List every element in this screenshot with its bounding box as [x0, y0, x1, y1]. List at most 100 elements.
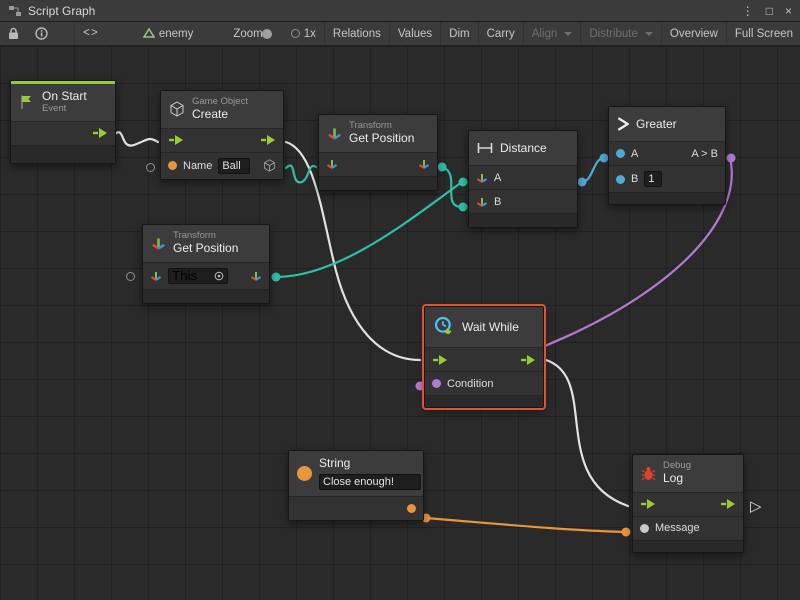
vector-b-input-port[interactable] [476, 196, 488, 208]
info-icon [35, 27, 48, 40]
port-dot-getposition-b-out[interactable] [272, 273, 281, 282]
graph-name: enemy [159, 28, 194, 40]
unconnected-port-create-name[interactable] [146, 163, 155, 172]
name-input-port[interactable] [168, 161, 177, 170]
vector-output-port[interactable] [250, 270, 262, 282]
graph-canvas[interactable]: On Start Event Game Object Create [0, 46, 800, 600]
flow-output-port[interactable] [720, 498, 736, 510]
code-view-button[interactable]: <> [74, 22, 107, 45]
node-header: String [289, 451, 423, 496]
wire-waitwhile-log[interactable] [546, 360, 628, 506]
maximize-icon[interactable]: □ [766, 1, 773, 21]
node-create[interactable]: Game Object Create Name [160, 90, 284, 180]
node-title: Log [663, 472, 691, 486]
port-dot-greater-out[interactable] [727, 154, 736, 163]
node-header: Debug Log [633, 455, 743, 492]
cube-icon [169, 101, 185, 117]
node-title: Create [192, 108, 248, 122]
node-header: Game Object Create [161, 91, 283, 128]
node-header: Greater [609, 107, 725, 141]
node-header: Wait While [425, 307, 543, 347]
toolbar: <> enemy Zoom 1x Relations Values Dim Ca… [0, 22, 800, 46]
vector-output-port[interactable] [418, 158, 430, 170]
carry-button[interactable]: Carry [478, 22, 523, 45]
wire-getposition-distance-a[interactable] [276, 182, 462, 277]
string-value-field[interactable] [319, 474, 421, 490]
node-title: Get Position [173, 242, 238, 256]
wire-distance-greater[interactable] [582, 158, 604, 182]
node-wait-while[interactable]: Wait While Condition [424, 306, 544, 408]
continue-arrow-icon: ▷ [750, 497, 762, 515]
flow-output-port[interactable] [520, 354, 536, 366]
b-value-field[interactable] [644, 171, 662, 187]
port-dot-distance-out[interactable] [578, 178, 587, 187]
titlebar: Script Graph ⋮ □ × [0, 0, 800, 22]
b-input-port[interactable] [616, 175, 625, 184]
message-input-port[interactable] [640, 524, 649, 533]
flow-row [11, 121, 115, 145]
overview-button[interactable]: Overview [661, 22, 726, 45]
window-menu-icon[interactable]: ⋮ [742, 1, 754, 21]
flow-input-port[interactable] [168, 134, 184, 146]
inspect-button[interactable] [27, 22, 56, 45]
values-button[interactable]: Values [389, 22, 440, 45]
zoom-slider-handle[interactable] [262, 29, 272, 39]
flow-output-port[interactable] [260, 134, 276, 146]
node-footer [11, 145, 115, 163]
relations-button[interactable]: Relations [324, 22, 389, 45]
node-header: Transform Get Position [143, 225, 269, 262]
full-screen-button[interactable]: Full Screen [726, 22, 800, 45]
wire-getposition-distance-b[interactable] [442, 167, 462, 207]
output-row [289, 496, 423, 520]
wire-onstart-create[interactable] [114, 132, 158, 145]
close-icon[interactable]: × [785, 1, 792, 21]
node-distance[interactable]: Distance A B [468, 130, 578, 228]
node-get-position-b[interactable]: Transform Get Position [142, 224, 270, 304]
name-field[interactable] [218, 158, 250, 174]
graph-breadcrumb[interactable]: enemy [135, 22, 202, 45]
script-graph-window: Script Graph ⋮ □ × <> enemy Zoom 1x [0, 0, 800, 600]
port-dot-message-in[interactable] [622, 528, 631, 537]
vector-a-input-port[interactable] [476, 172, 488, 184]
port-dot-distance-b-in[interactable] [459, 203, 468, 212]
wire-string-log[interactable] [426, 518, 624, 532]
flow-input-port[interactable] [432, 354, 448, 366]
graph-unit-icon [143, 28, 155, 39]
transform-input-port[interactable] [150, 270, 162, 282]
b-label: B [631, 173, 638, 185]
node-on-start[interactable]: On Start Event [10, 80, 116, 164]
node-header: On Start Event [11, 84, 115, 121]
string-output-port[interactable] [407, 504, 416, 513]
object-picker-icon[interactable] [214, 271, 224, 281]
distribute-button[interactable]: Distribute [580, 22, 661, 45]
unconnected-port-getposition-target[interactable] [126, 272, 135, 281]
input-a-row: A A > B [609, 141, 725, 165]
target-field[interactable] [172, 269, 212, 283]
node-get-position-a[interactable]: Transform Get Position [318, 114, 438, 191]
zoom-value: 1x [304, 28, 316, 40]
gameobject-output-port[interactable] [263, 159, 276, 172]
port-dot-distance-a-in[interactable] [459, 178, 468, 187]
a-input-port[interactable] [616, 149, 625, 158]
node-greater[interactable]: Greater A A > B B [608, 106, 726, 205]
node-header: Distance [469, 131, 577, 165]
condition-row: Condition [425, 371, 543, 395]
align-button[interactable]: Align [523, 22, 581, 45]
flow-row [161, 128, 283, 152]
transform-input-port[interactable] [326, 158, 338, 170]
node-string[interactable]: String [288, 450, 424, 521]
node-footer [609, 192, 725, 204]
node-log[interactable]: Debug Log Message [632, 454, 744, 553]
flow-input-port[interactable] [640, 498, 656, 510]
dim-button[interactable]: Dim [440, 22, 477, 45]
flow-row [425, 347, 543, 371]
flow-output-port[interactable] [92, 127, 108, 139]
input-a-label: A [494, 172, 501, 184]
distance-icon [477, 142, 493, 154]
condition-input-port[interactable] [432, 379, 441, 388]
input-a-row: A [469, 165, 577, 189]
name-row: Name [161, 152, 283, 179]
port-dot-getposition-a-out[interactable] [438, 163, 447, 172]
zoom-reset[interactable]: 1x [283, 22, 324, 45]
lock-button[interactable] [0, 22, 27, 45]
